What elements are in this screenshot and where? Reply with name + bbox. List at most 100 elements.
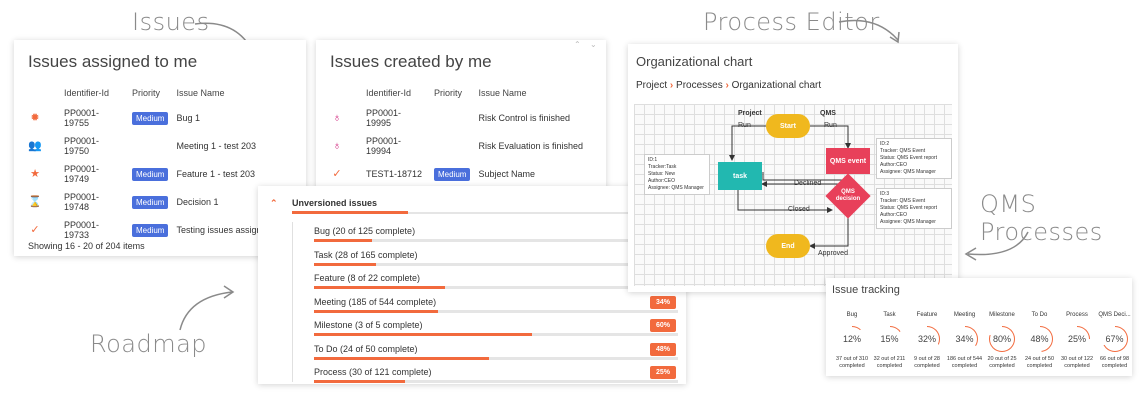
roadmap-item-label[interactable]: Bug (20 of 125 complete): [314, 226, 415, 236]
progress-ring: 48%: [1026, 326, 1053, 352]
tracking-item-summary: 30 out of 122 completed: [1060, 356, 1094, 369]
roadmap-item-label[interactable]: Process (30 of 121 complete): [314, 367, 432, 377]
progress-ring: 34%: [951, 326, 978, 352]
progress-ring-value: 48%: [1027, 327, 1052, 351]
priority-badge: Medium: [132, 195, 169, 209]
progress-percent-badge: 60%: [650, 319, 676, 332]
org-chart-card: Organizational chart Project › Processes…: [628, 44, 958, 292]
table-row[interactable]: ♁ PP0001-19994 Risk Evaluation is finish…: [326, 132, 606, 160]
progress-ring-value: 80%: [990, 327, 1014, 351]
bulb-icon: ♁: [332, 112, 342, 124]
node-qms-event[interactable]: QMS event: [826, 148, 870, 174]
tracking-item[interactable]: To Do 48% 24 out of 50 completed: [1020, 312, 1060, 370]
progress-fill: [314, 333, 533, 336]
priority-badge: Medium: [132, 167, 169, 181]
tracking-item[interactable]: Task 15% 32 out of 211 completed: [870, 312, 910, 370]
issues-created-card: Issues created by me ⌃ ⌄ Identifier-Id P…: [316, 40, 606, 190]
node-start[interactable]: Start: [766, 114, 810, 138]
tracking-item-name: Feature: [916, 312, 938, 318]
edge-closed: Closed: [788, 206, 810, 213]
progress-ring-value: 32%: [915, 327, 939, 351]
progress-fill: [314, 380, 405, 383]
tracking-item-name: QMS Deci...: [1098, 312, 1131, 318]
node-end[interactable]: End: [766, 234, 810, 258]
progress-ring-value: 34%: [952, 327, 977, 351]
progress-fill: [314, 356, 489, 360]
roadmap-item-label[interactable]: To Do (24 of 50 complete): [314, 344, 418, 354]
progress-fill: [314, 286, 446, 289]
tracking-title: Issue tracking: [832, 284, 900, 296]
tracking-item[interactable]: Bug 12% 37 out of 310 completed: [832, 312, 872, 370]
tracking-item-summary: 37 out of 310 completed: [835, 356, 869, 369]
progress-percent-badge: 34%: [650, 295, 676, 309]
chevron-up-icon[interactable]: ⌃: [574, 40, 581, 49]
info-box-2: ID:2 Tracker: QMS Event Status: QMS Even…: [876, 138, 952, 179]
edge-declined: Declined: [794, 180, 822, 187]
progress-ring: 25%: [1064, 326, 1090, 352]
col-identifier: Identifier-Id: [366, 88, 412, 98]
tracking-item-name: Task: [883, 312, 896, 318]
progress-ring: 80%: [989, 326, 1015, 352]
arrow-qms: [964, 231, 1029, 261]
check-icon: ✓: [30, 224, 40, 236]
progress-ring: 12%: [839, 326, 865, 352]
tracking-item-summary: 20 out of 25 completed: [987, 356, 1017, 369]
col-priority: Priority: [132, 88, 161, 98]
bulb-icon: ♁: [332, 140, 342, 152]
roadmap-item-label[interactable]: Meeting (185 of 544 complete): [314, 297, 436, 307]
col-identifier: Identifier-Id: [64, 88, 110, 98]
hourglass-icon: ⌛: [28, 196, 42, 208]
people-icon: 👥: [28, 140, 42, 152]
chevron-down-icon[interactable]: ⌄: [590, 40, 597, 49]
collapse-icon[interactable]: ⌃: [270, 198, 278, 209]
arrow-roadmap: [179, 285, 235, 331]
roadmap-item-label[interactable]: Task (28 of 165 complete): [314, 250, 418, 260]
table-row[interactable]: ★ PP0001-19749 Medium Feature 1 - test 2…: [24, 160, 306, 188]
progress-ring-value: 12%: [840, 327, 864, 351]
roadmap-item-label[interactable]: Feature (8 of 22 complete): [314, 273, 420, 283]
table-row[interactable]: ♁ PP0001-19995 Risk Control is finished: [326, 104, 606, 132]
progress-fill: [314, 262, 376, 266]
bug-icon: ✹: [30, 112, 40, 124]
node-task[interactable]: task: [718, 162, 762, 190]
col-priority: Priority: [434, 88, 463, 98]
issues-table: Identifier-Id Priority Issue Name ♁ PP00…: [326, 82, 606, 188]
roadmap-title: Unversioned issues: [292, 198, 378, 208]
progress-ring-value: 15%: [877, 327, 902, 351]
tracking-item[interactable]: Meeting 34% 186 out of 544 completed: [945, 312, 985, 370]
table-row[interactable]: 👥 PP0001-19750 Meeting 1 - test 203: [24, 132, 306, 160]
card-title: Issues created by me: [330, 52, 492, 71]
table-row[interactable]: ✓ TEST1-18712 Medium Subject Name: [326, 160, 606, 188]
lane-qms: QMS: [820, 110, 836, 117]
star-icon: ★: [30, 168, 40, 180]
tracking-item[interactable]: Milestone 80% 20 out of 25 completed: [982, 312, 1022, 370]
pagination-info: Showing 16 - 20 of 204 items: [28, 241, 145, 251]
progress-ring: 67%: [1101, 326, 1128, 352]
col-issue-name: Issue Name: [478, 88, 527, 98]
edge-approved: Approved: [818, 250, 848, 257]
lane-project: Project: [738, 110, 762, 117]
node-qms-decision-label: QMS decision: [835, 189, 861, 202]
tracking-item-name: Meeting: [953, 312, 976, 318]
tracking-item-summary: 9 out of 28 completed: [914, 356, 940, 369]
card-title: Issues assigned to me: [28, 52, 198, 71]
tracking-item[interactable]: Feature 32% 9 out of 28 completed: [907, 312, 947, 370]
tracking-item-summary: 24 out of 50 completed: [1024, 356, 1055, 369]
priority-badge: Medium: [132, 111, 169, 125]
tracking-item[interactable]: QMS Deci... 67% 66 out of 98 completed: [1095, 312, 1133, 370]
tracking-item[interactable]: Process 25% 30 out of 122 completed: [1057, 312, 1097, 370]
info-box-1: ID:1 Tracker:Task Status: New Author:CEO…: [644, 154, 710, 195]
tracking-item-name: To Do: [1031, 312, 1048, 318]
progress-fill: [314, 309, 438, 313]
progress-ring-value: 67%: [1102, 327, 1127, 351]
table-row[interactable]: ✹ PP0001-19755 Medium Bug 1: [24, 104, 306, 132]
tracking-item-summary: 66 out of 98 completed: [1099, 356, 1130, 369]
tracking-item-name: Bug: [846, 312, 858, 318]
progress-ring: 32%: [914, 326, 940, 352]
edge-run-1: Run: [738, 122, 751, 129]
roadmap-item-label[interactable]: Milestone (3 of 5 complete): [314, 320, 423, 330]
progress-ring-value: 25%: [1065, 327, 1089, 351]
roadmap-card: ⌃ Unversioned issues Bug (20 of 125 comp…: [258, 186, 686, 384]
progress-percent-badge: 25%: [650, 366, 676, 379]
tracking-item-summary: 186 out of 544 completed: [946, 356, 983, 369]
